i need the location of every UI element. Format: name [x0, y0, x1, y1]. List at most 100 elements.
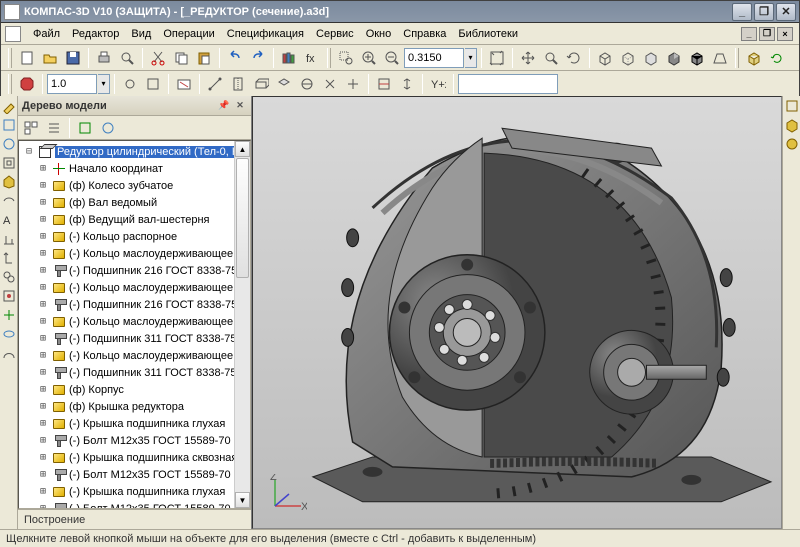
- tree-tool-3[interactable]: [74, 117, 96, 139]
- tree-node[interactable]: ⊞(-) Болт M12x35 ГОСТ 15589-70: [19, 500, 250, 508]
- paste-button[interactable]: [193, 47, 215, 69]
- close-button[interactable]: ✕: [776, 3, 796, 21]
- panel-tab[interactable]: Построение: [24, 514, 85, 526]
- open-button[interactable]: [39, 47, 61, 69]
- zoom-in-button[interactable]: [358, 47, 380, 69]
- expand-toggle[interactable]: ⊞: [37, 503, 49, 508]
- side-tool-14[interactable]: [1, 345, 17, 361]
- tree-node[interactable]: ⊞(-) Крышка подшипника сквозная: [19, 449, 250, 466]
- side-tool-10[interactable]: [1, 269, 17, 285]
- tree-node[interactable]: ⊞(-) Кольцо распорное: [19, 228, 250, 245]
- tree-node[interactable]: ⊞(ф) Корпус: [19, 381, 250, 398]
- view-hidden-button[interactable]: [617, 47, 639, 69]
- tree-node[interactable]: ⊟Редуктор цилиндрический (Тел-0, К: [19, 143, 250, 160]
- expand-toggle[interactable]: ⊞: [37, 214, 49, 225]
- minimize-button[interactable]: _: [732, 3, 752, 21]
- rside-tool-3[interactable]: [784, 136, 800, 152]
- view-wireframe-button[interactable]: [594, 47, 616, 69]
- side-tool-6[interactable]: [1, 193, 17, 209]
- preview-button[interactable]: [116, 47, 138, 69]
- stroke-input[interactable]: [47, 74, 97, 94]
- print-button[interactable]: [93, 47, 115, 69]
- scroll-up-button[interactable]: ▲: [235, 141, 250, 157]
- zoom-fit-button[interactable]: [486, 47, 508, 69]
- tree-node[interactable]: ⊞(-) Подшипник 311 ГОСТ 8338-75: [19, 364, 250, 381]
- expand-toggle[interactable]: ⊞: [37, 248, 49, 259]
- tool-7[interactable]: [296, 73, 318, 95]
- view-iso-button[interactable]: [743, 47, 765, 69]
- mdi-restore-button[interactable]: ❐: [759, 27, 775, 41]
- cut-button[interactable]: [147, 47, 169, 69]
- expand-toggle[interactable]: ⊞: [37, 486, 49, 497]
- sketch-button[interactable]: [173, 73, 195, 95]
- menu-help[interactable]: Справка: [397, 25, 452, 43]
- tree-node[interactable]: ⊞(-) Кольцо маслоудерживающее: [19, 245, 250, 262]
- tree-node[interactable]: ⊞(-) Болт M12x35 ГОСТ 15589-70: [19, 432, 250, 449]
- view-shaded-button[interactable]: [663, 47, 685, 69]
- tree-node[interactable]: ⊞(-) Подшипник 216 ГОСТ 8338-75: [19, 296, 250, 313]
- zoom-input[interactable]: [404, 48, 464, 68]
- tool-12[interactable]: Y+x: [427, 73, 449, 95]
- side-tool-3[interactable]: [1, 136, 17, 152]
- expand-toggle[interactable]: ⊞: [37, 435, 49, 446]
- pan-button[interactable]: [517, 47, 539, 69]
- tool-11[interactable]: [396, 73, 418, 95]
- copy-button[interactable]: [170, 47, 192, 69]
- tool-5[interactable]: [250, 73, 272, 95]
- expand-toggle[interactable]: ⊞: [37, 333, 49, 344]
- side-tool-2[interactable]: [1, 117, 17, 133]
- undo-button[interactable]: [224, 47, 246, 69]
- stroke-dropdown[interactable]: ▾: [98, 74, 110, 94]
- menu-window[interactable]: Окно: [360, 25, 398, 43]
- toolbar-grip[interactable]: [735, 48, 739, 68]
- menu-editor[interactable]: Редактор: [66, 25, 125, 43]
- expand-toggle[interactable]: ⊞: [37, 350, 49, 361]
- tool-6[interactable]: [273, 73, 295, 95]
- tree-node[interactable]: ⊞(-) Крышка подшипника глухая: [19, 415, 250, 432]
- tree-node[interactable]: ⊞(-) Подшипник 311 ГОСТ 8338-75: [19, 330, 250, 347]
- tool-8[interactable]: [319, 73, 341, 95]
- zoom-out-button[interactable]: [381, 47, 403, 69]
- tool-9[interactable]: [342, 73, 364, 95]
- menu-spec[interactable]: Спецификация: [221, 25, 310, 43]
- tree-node[interactable]: ⊞(ф) Крышка редуктора: [19, 398, 250, 415]
- tree-tool-1[interactable]: [20, 117, 42, 139]
- expand-toggle[interactable]: ⊟: [23, 146, 35, 157]
- scroll-down-button[interactable]: ▼: [235, 492, 250, 508]
- tree-node[interactable]: ⊞(ф) Колесо зубчатое: [19, 177, 250, 194]
- toolbar-grip[interactable]: [327, 48, 331, 68]
- viewport-3d[interactable]: ZX: [252, 96, 782, 529]
- expand-toggle[interactable]: ⊞: [37, 282, 49, 293]
- tree-node[interactable]: ⊞(-) Кольцо маслоудерживающее: [19, 347, 250, 364]
- tool-2[interactable]: [142, 73, 164, 95]
- new-button[interactable]: [16, 47, 38, 69]
- expand-toggle[interactable]: ⊞: [37, 231, 49, 242]
- zoom-dropdown[interactable]: ▾: [465, 48, 477, 68]
- expand-toggle[interactable]: ⊞: [37, 384, 49, 395]
- expand-toggle[interactable]: ⊞: [37, 163, 49, 174]
- tree-node[interactable]: ⊞(-) Подшипник 216 ГОСТ 8338-75: [19, 262, 250, 279]
- mdi-close-button[interactable]: ×: [777, 27, 793, 41]
- tree-node[interactable]: ⊞(ф) Ведущий вал-шестерня: [19, 211, 250, 228]
- tree-scrollbar[interactable]: ▲ ▼: [234, 141, 250, 508]
- view-shaded-edges-button[interactable]: [686, 47, 708, 69]
- coord-input[interactable]: [458, 74, 558, 94]
- variables-button[interactable]: fx: [301, 47, 323, 69]
- tool-4[interactable]: [227, 73, 249, 95]
- side-tool-11[interactable]: [1, 288, 17, 304]
- rside-tool-1[interactable]: [784, 98, 800, 114]
- tree-node[interactable]: ⊞(ф) Вал ведомый: [19, 194, 250, 211]
- side-tool-1[interactable]: [1, 98, 17, 114]
- save-button[interactable]: [62, 47, 84, 69]
- toolbar-grip[interactable]: [8, 48, 12, 68]
- rside-tool-2[interactable]: [784, 117, 800, 133]
- library-button[interactable]: [278, 47, 300, 69]
- expand-toggle[interactable]: ⊞: [37, 469, 49, 480]
- side-tool-5[interactable]: [1, 174, 17, 190]
- side-tool-8[interactable]: [1, 231, 17, 247]
- expand-toggle[interactable]: ⊞: [37, 265, 49, 276]
- panel-close-button[interactable]: ✕: [233, 99, 247, 113]
- expand-toggle[interactable]: ⊞: [37, 401, 49, 412]
- tree-tool-2[interactable]: [43, 117, 65, 139]
- tree-node[interactable]: ⊞(-) Кольцо маслоудерживающее: [19, 279, 250, 296]
